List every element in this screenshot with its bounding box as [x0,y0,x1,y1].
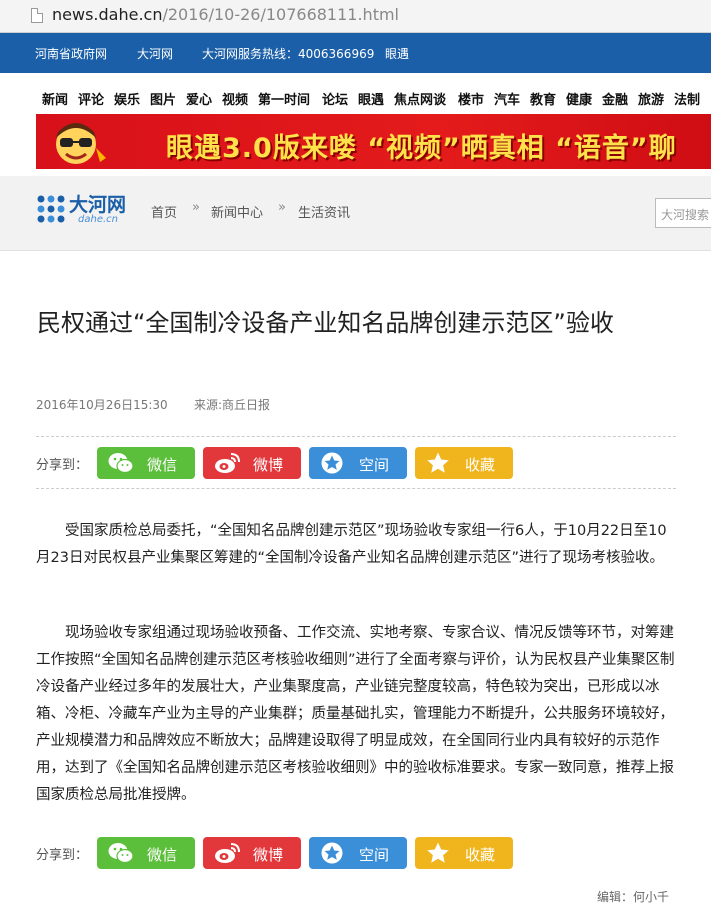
nav-item[interactable]: 评论 [78,89,104,108]
nav-item[interactable]: 健康 [566,89,592,108]
article-date: 2016年10月26日15:30 [36,398,168,412]
article-paragraph: 现场验收专家组通过现场验收预备、工作交流、实地考察、专家合议、情况反馈等环节，对… [36,625,675,803]
nav-item[interactable]: 新闻 [42,89,68,108]
divider [36,436,676,437]
share-qzone-label: 空间 [359,846,390,864]
wechat-icon [108,843,134,864]
breadcrumb-home[interactable]: 首页 [151,202,177,221]
topbar-hotline: 大河网服务热线：4006366969 [202,47,375,61]
wechat-icon [108,453,134,474]
star-icon [427,452,449,473]
chevron-right-icon: » [192,200,200,215]
nav-item[interactable]: 金融 [602,89,628,108]
share-label: 分享到： [36,458,89,473]
url-text[interactable]: news.dahe.cn/2016/10-26/107668111.html [52,5,399,24]
favorite-button[interactable]: 收藏 [415,837,513,869]
search-input[interactable]: 大河搜索 [655,198,711,228]
article-paragraph: 受国家质检总局委托，“全国知名品牌创建示范区”现场验收专家组一行6人，于10月2… [36,523,667,566]
share-weibo-button[interactable]: 微博 [203,447,301,479]
nav-item[interactable]: 娱乐 [114,89,140,108]
top-bar: 河南省政府网 大河网 大河网服务热线：4006366969 眼遇 [0,33,711,73]
site-logo[interactable]: 大河网 dahe.cn [36,190,136,230]
nav-item[interactable]: 楼市 [458,89,484,108]
logo-text: 大河网 [69,194,127,216]
share-wechat-label: 微信 [147,846,178,864]
article-editor: 编辑：何小千 [597,890,670,904]
topbar-link-dahe[interactable]: 大河网 [137,45,173,62]
share-label: 分享到： [36,848,89,863]
banner-ad[interactable]: 眼遇3.0版来喽 “视频”晒真相 “语音”聊 [36,114,711,169]
topbar-link-henan-gov[interactable]: 河南省政府网 [35,45,107,62]
share-wechat-button[interactable]: 微信 [97,837,195,869]
nav-item[interactable]: 焦点网谈 [394,89,446,108]
nav-item[interactable]: 第一时间 [258,89,310,108]
nav-item[interactable]: 图片 [150,89,176,108]
nav-item[interactable]: 眼遇 [358,89,384,108]
nav-item[interactable]: 论坛 [322,89,348,108]
nav-item[interactable]: 汽车 [494,89,520,108]
favorite-label: 收藏 [465,456,496,474]
banner-text: 眼遇3.0版来喽 “视频”晒真相 “语音”聊 [166,133,677,164]
share-qzone-label: 空间 [359,456,390,474]
qzone-star-icon [321,842,343,864]
share-qzone-button[interactable]: 空间 [309,837,407,869]
favorite-button[interactable]: 收藏 [415,447,513,479]
nav-item[interactable]: 视频 [222,89,248,108]
nav-item[interactable]: 爱心 [186,89,212,108]
share-weibo-button[interactable]: 微博 [203,837,301,869]
favorite-label: 收藏 [465,846,496,864]
browser-address-bar[interactable]: news.dahe.cn/2016/10-26/107668111.html [0,0,711,33]
share-weibo-label: 微博 [253,846,284,864]
nav-item[interactable]: 旅游 [638,89,664,108]
weibo-icon [215,453,240,473]
article-source: 来源:商丘日报 [194,398,271,412]
share-wechat-label: 微信 [147,456,178,474]
nav-item[interactable]: 教育 [530,89,556,108]
article-title: 民权通过“全国制冷设备产业知名品牌创建示范区”验收 [37,309,614,337]
qzone-star-icon [321,452,343,474]
logo-subtext: dahe.cn [78,214,118,225]
breadcrumb-news-center[interactable]: 新闻中心 [211,202,263,221]
share-wechat-button[interactable]: 微信 [97,447,195,479]
share-weibo-label: 微博 [253,456,284,474]
nav-item[interactable]: 法制 [674,89,700,108]
channel-nav: 新闻 评论 娱乐 图片 爱心 视频 第一时间 论坛 眼遇 焦点网谈 楼市 汽车 … [0,73,711,113]
star-icon [427,842,449,863]
site-header: 大河网 dahe.cn 首页 » 新闻中心 » 生活资讯 大河搜索 [0,176,711,251]
logo-dots-icon [37,195,65,223]
divider [36,488,676,489]
weibo-icon [215,843,240,863]
page-icon [31,8,43,23]
topbar-link-yanyu[interactable]: 眼遇 [385,45,409,62]
chevron-right-icon: » [278,200,286,215]
mascot-image [56,123,106,164]
breadcrumb-life-info[interactable]: 生活资讯 [298,202,350,221]
share-qzone-button[interactable]: 空间 [309,447,407,479]
